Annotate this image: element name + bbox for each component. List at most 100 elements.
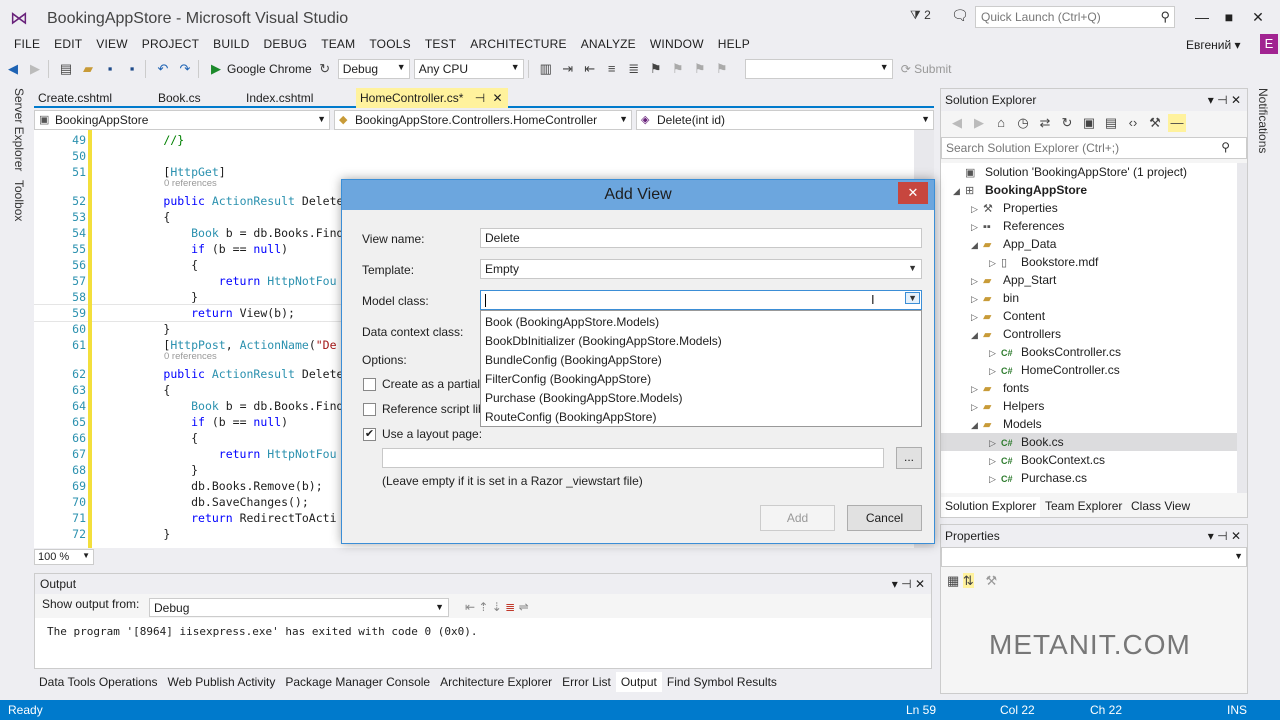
layout-page-checkbox[interactable]: ✔ (363, 428, 376, 441)
script-libraries-checkbox[interactable] (363, 403, 376, 416)
find-icon[interactable]: ▥ (537, 60, 555, 78)
next-bookmark-icon[interactable]: ⚑ (691, 60, 709, 78)
server-explorer-tab[interactable]: Server Explorer (12, 88, 26, 171)
tree-item[interactable]: ◢ ⊞ BookingAppStore (941, 181, 1237, 199)
code-line[interactable]: 50 (34, 148, 914, 164)
tree-item[interactable]: ▷ ⚒ Properties (941, 199, 1237, 217)
properties-wrench-icon[interactable]: ⚒ (1146, 114, 1164, 132)
forward-icon[interactable]: ▶ (970, 114, 988, 132)
solution-explorer-search-input[interactable]: Search Solution Explorer (Ctrl+;) ⚲ (941, 137, 1247, 159)
model-class-select[interactable]: I ▼ (480, 290, 922, 310)
tree-item[interactable]: ◢ ▰ App_Data (941, 235, 1237, 253)
tree-item[interactable]: ◢ ▰ Controllers (941, 325, 1237, 343)
tab-class-view[interactable]: Class View (1127, 497, 1194, 517)
tab-error-list[interactable]: Error List (557, 672, 616, 692)
close-icon[interactable]: ▾ ⊣ ✕ (892, 577, 925, 591)
history-icon[interactable]: ◷ (1014, 114, 1032, 132)
maximize-button[interactable]: ■ (1215, 6, 1243, 28)
add-button[interactable]: Add (760, 505, 835, 531)
properties-object-select[interactable]: ▼ (941, 547, 1247, 567)
user-name[interactable]: Евгений ▾ (1186, 38, 1241, 52)
model-class-option[interactable]: RouteConfig (BookingAppStore) (485, 408, 656, 427)
expander-icon[interactable]: ▷ (971, 290, 983, 308)
model-class-option[interactable]: BookDbInitializer (BookingAppStore.Model… (485, 332, 722, 351)
notifications-tab[interactable]: Notifications (1256, 88, 1270, 153)
tree-item[interactable]: ▷ ▰ Helpers (941, 397, 1237, 415)
member-select[interactable]: ◈ Delete(int id) ▼ (636, 110, 934, 130)
expander-icon[interactable]: ▷ (989, 434, 1001, 452)
menu-tools[interactable]: TOOLS (369, 37, 410, 51)
open-folder-icon[interactable]: ▰ (79, 60, 97, 78)
expander-icon[interactable]: ▷ (971, 380, 983, 398)
clear-bookmarks-icon[interactable]: ⚑ (713, 60, 731, 78)
alphabetical-icon[interactable]: ⇅ (962, 573, 974, 588)
tab-package-manager-console[interactable]: Package Manager Console (280, 672, 435, 692)
tab-book-cs[interactable]: Book.cs (154, 88, 205, 108)
output-source-select[interactable]: Debug ▼ (149, 598, 449, 617)
expander-icon[interactable]: ▷ (971, 308, 983, 326)
tree-item[interactable]: ▷ ▰ bin (941, 289, 1237, 307)
expander-icon[interactable]: ▷ (971, 272, 983, 290)
menu-test[interactable]: TEST (425, 37, 456, 51)
expander-icon[interactable]: ◢ (971, 416, 983, 434)
tree-item[interactable]: ▷ ▯ Bookstore.mdf (941, 253, 1237, 271)
tree-item[interactable]: ▷ C# BooksController.cs (941, 343, 1237, 361)
show-all-files-icon[interactable]: ▤ (1102, 114, 1120, 132)
menu-build[interactable]: BUILD (213, 37, 249, 51)
sync-icon[interactable]: ⇄ (1036, 114, 1054, 132)
template-select[interactable]: Empty ▼ (480, 259, 922, 279)
close-icon[interactable]: ▾ ⊣ ✕ (1208, 529, 1241, 543)
submit-button[interactable]: ⟳ Submit (901, 62, 952, 76)
feedback-icon[interactable]: 🗨 (951, 7, 969, 24)
browse-layout-button[interactable]: ... (896, 447, 922, 469)
view-name-input[interactable]: Delete (480, 228, 922, 248)
tree-item[interactable]: ◢ ▰ Models (941, 415, 1237, 433)
tree-item[interactable]: ▷ ▪▪ References (941, 217, 1237, 235)
model-class-option[interactable]: Purchase (BookingAppStore.Models) (485, 389, 682, 408)
save-icon[interactable]: ▪ (101, 60, 119, 78)
refresh-icon[interactable]: ↻ (1058, 114, 1076, 132)
partial-view-checkbox[interactable] (363, 378, 376, 391)
tab-team-explorer[interactable]: Team Explorer (1041, 497, 1126, 517)
home-icon[interactable]: ⌂ (992, 114, 1010, 132)
view-code-icon[interactable]: ‹› (1124, 114, 1142, 132)
property-pages-icon[interactable]: ⚒ (985, 573, 997, 588)
tree-item[interactable]: ▷ C# Book.cs (941, 433, 1237, 451)
pin-icon[interactable]: ⊣ (475, 91, 485, 105)
expander-icon[interactable]: ▷ (989, 452, 1001, 470)
menu-project[interactable]: PROJECT (142, 37, 199, 51)
tree-scrollbar[interactable] (1237, 163, 1247, 493)
menu-window[interactable]: WINDOW (650, 37, 704, 51)
menu-file[interactable]: FILE (14, 37, 40, 51)
expander-icon[interactable]: ◢ (971, 326, 983, 344)
start-debug-icon[interactable]: ▶ (207, 60, 225, 78)
tree-item[interactable]: ▷ C# Purchase.cs (941, 469, 1237, 487)
model-class-option[interactable]: FilterConfig (BookingAppStore) (485, 370, 651, 389)
tree-item[interactable]: ▷ ▰ App_Start (941, 271, 1237, 289)
tree-item[interactable]: ▷ ▰ fonts (941, 379, 1237, 397)
class-select[interactable]: ◆ BookingAppStore.Controllers.HomeContro… (334, 110, 632, 130)
expander-icon[interactable]: ◢ (953, 182, 965, 200)
output-tools-icon[interactable]: ⇤ ⇡ ⇣ ≣ ⇌ (465, 600, 529, 614)
chevron-down-icon[interactable]: ▼ (905, 292, 920, 304)
model-class-option[interactable]: Book (BookingAppStore.Models) (485, 313, 659, 332)
menu-debug[interactable]: DEBUG (264, 37, 308, 51)
redo-icon[interactable]: ↷ (176, 60, 194, 78)
user-avatar[interactable]: E (1260, 34, 1278, 54)
menu-help[interactable]: HELP (718, 37, 750, 51)
navigate-icon[interactable]: ⇥ (559, 60, 577, 78)
code-line[interactable]: 49 //} (34, 132, 914, 148)
tree-item[interactable]: ▣ Solution 'BookingAppStore' (1 project) (941, 163, 1237, 181)
toolbox-tab[interactable]: Toolbox (12, 180, 26, 221)
expander-icon[interactable]: ▷ (989, 470, 1001, 488)
tab-homecontroller-cs[interactable]: HomeController.cs* ⊣ ✕ (356, 88, 508, 108)
expander-icon[interactable]: ▷ (971, 200, 983, 218)
comment-icon[interactable]: ≡ (603, 60, 621, 78)
zoom-select[interactable]: 100 % ▼ (34, 549, 94, 565)
save-all-icon[interactable]: ▪ (123, 60, 141, 78)
expander-icon[interactable]: ▷ (971, 398, 983, 416)
close-button[interactable]: ✕ (1244, 6, 1272, 28)
indent-icon[interactable]: ⇤ (581, 60, 599, 78)
minimize-button[interactable]: — (1188, 6, 1216, 28)
run-target[interactable]: Google Chrome (227, 62, 312, 76)
